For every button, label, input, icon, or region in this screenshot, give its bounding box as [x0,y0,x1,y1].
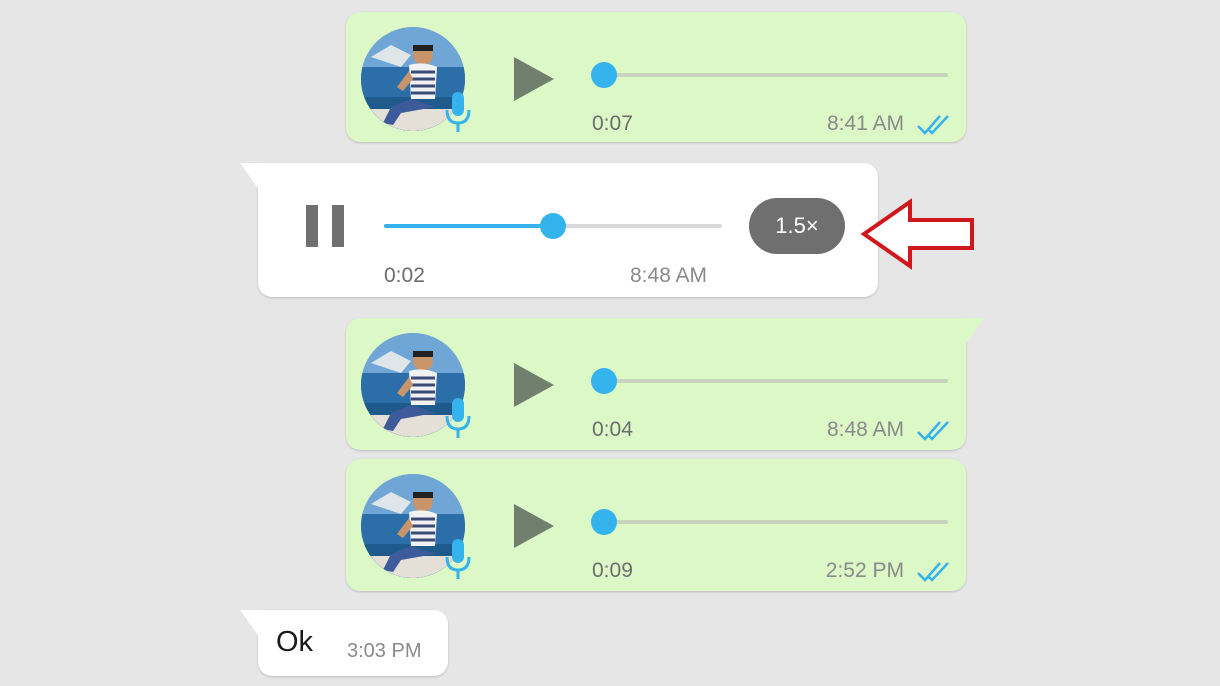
timestamp: 8:48 AM [630,264,708,287]
text-message-incoming[interactable]: Ok 3:03 PM [240,610,448,676]
progress-fill [384,224,553,228]
progress-knob[interactable] [591,368,617,394]
double-check-read-icon [916,112,952,136]
timestamp: 8:41 AM [826,112,904,135]
double-check-read-icon [916,418,952,442]
double-check-read-icon [916,559,952,583]
voice-message-outgoing[interactable]: 0:07 8:41 AM [346,12,966,142]
bubble-tail [240,163,260,191]
bubble-tail [240,610,260,638]
message-text: Ok [276,626,314,658]
timestamp: 2:52 PM [825,559,904,582]
pause-icon[interactable] [306,205,346,247]
play-icon[interactable] [514,363,554,407]
progress-knob[interactable] [540,213,566,239]
duration: 0:07 [592,112,633,135]
play-icon[interactable] [514,504,554,548]
playback-speed-button[interactable]: 1.5× [749,198,845,254]
progress-track[interactable] [604,73,948,77]
red-arrow-left-icon [860,198,974,270]
playback-position: 0:02 [384,264,425,287]
bubble-tail [964,318,984,346]
voice-message-incoming[interactable]: 1.5× 0:02 8:48 AM [240,163,878,297]
duration: 0:09 [592,559,633,582]
progress-track[interactable] [604,379,948,383]
voice-message-outgoing[interactable]: 0:04 8:48 AM [346,318,984,450]
progress-track[interactable] [604,520,948,524]
play-icon[interactable] [514,57,554,101]
timestamp: 3:03 PM [347,640,422,662]
timestamp: 8:48 AM [826,418,904,441]
microphone-icon [445,90,471,134]
progress-knob[interactable] [591,509,617,535]
microphone-icon [445,537,471,581]
duration: 0:04 [592,418,633,441]
microphone-icon [445,396,471,440]
progress-knob[interactable] [591,62,617,88]
voice-message-outgoing[interactable]: 0:09 2:52 PM [346,459,966,591]
